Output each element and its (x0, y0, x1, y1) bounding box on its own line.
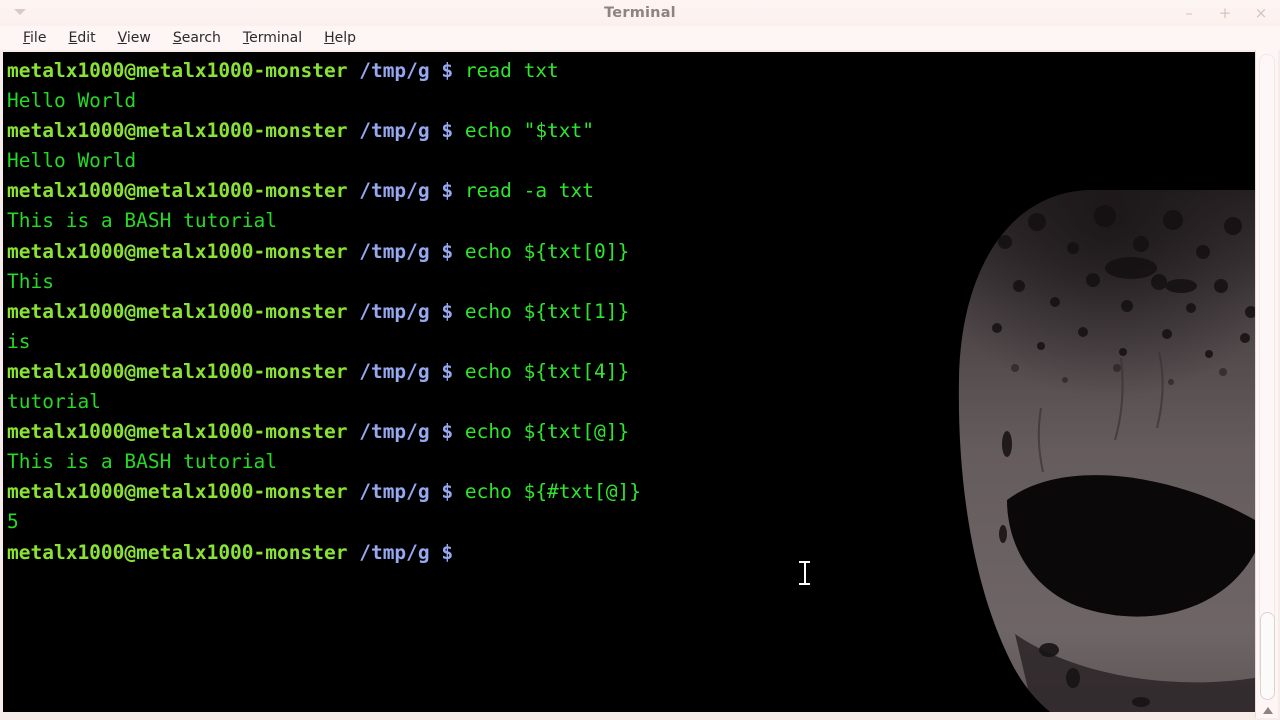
prompt-path: /tmp/g (347, 359, 430, 383)
terminal-command: echo "$txt" (453, 119, 595, 143)
menu-item-label: elp (334, 30, 357, 46)
prompt-path: /tmp/g (347, 119, 430, 143)
terminal-screen[interactable]: metalx1000@metalx1000-monster /tmp/g $ r… (3, 52, 1255, 712)
menu-item-label: iew (126, 30, 151, 46)
prompt-path: /tmp/g (347, 420, 430, 444)
menu-item-mnemonic: V (117, 30, 127, 46)
minimize-button[interactable]: – (1182, 6, 1196, 21)
prompt-path: /tmp/g (347, 480, 430, 504)
terminal-command: echo ${#txt[@]} (453, 480, 641, 504)
menu-item-label: erminal (249, 30, 303, 46)
terminal-window: Terminal – + × File Edit View Search Termina… (0, 0, 1280, 720)
triangle-down-icon[interactable] (1263, 707, 1273, 714)
window-controls: – + × (1182, 0, 1268, 26)
terminal-prompt-line: metalx1000@metalx1000-monster /tmp/g $ e… (7, 116, 1247, 146)
terminal-output-line: Hello World (7, 146, 1247, 176)
terminal-output-line: 5 (7, 507, 1247, 537)
prompt-path: /tmp/g (347, 540, 430, 564)
terminal-prompt-line: metalx1000@metalx1000-monster /tmp/g $ e… (7, 477, 1247, 507)
prompt-symbol: $ (429, 239, 454, 263)
terminal-command: echo ${txt[@]} (453, 420, 630, 444)
terminal-output-value: 5 (7, 510, 19, 534)
menu-item-label: dit (77, 30, 96, 46)
terminal-output-line: tutorial (7, 387, 1247, 417)
menu-item-view[interactable]: View (107, 26, 162, 50)
terminal-prompt-line: metalx1000@metalx1000-monster /tmp/g $ r… (7, 176, 1247, 206)
prompt-user-host: metalx1000@metalx1000-monster (7, 420, 348, 444)
prompt-user-host: metalx1000@metalx1000-monster (7, 119, 348, 143)
terminal-frame: metalx1000@metalx1000-monster /tmp/g $ r… (0, 50, 1280, 720)
prompt-user-host: metalx1000@metalx1000-monster (7, 299, 348, 323)
prompt-path: /tmp/g (347, 179, 430, 203)
prompt-user-host: metalx1000@metalx1000-monster (7, 480, 348, 504)
prompt-symbol: $ (429, 480, 454, 504)
prompt-user-host: metalx1000@metalx1000-monster (7, 359, 348, 383)
prompt-user-host: metalx1000@metalx1000-monster (7, 239, 348, 263)
terminal-output-text: metalx1000@metalx1000-monster /tmp/g $ r… (7, 56, 1247, 568)
prompt-symbol: $ (429, 299, 454, 323)
menu-item-terminal[interactable]: Terminal (232, 26, 313, 50)
terminal-scrollbar[interactable] (1255, 50, 1278, 718)
menu-item-mnemonic: S (172, 30, 182, 46)
terminal-prompt-line: metalx1000@metalx1000-monster /tmp/g $ (7, 538, 1247, 568)
terminal-output-value: tutorial (7, 390, 101, 414)
prompt-user-host: metalx1000@metalx1000-monster (7, 540, 348, 564)
prompt-symbol: $ (429, 540, 454, 564)
menu-item-mnemonic: F (23, 30, 31, 46)
terminal-command: echo ${txt[4]} (453, 359, 630, 383)
menu-item-mnemonic: E (68, 30, 78, 46)
menu-item-label: earch (181, 30, 221, 46)
title-bar: Terminal – + × (0, 0, 1280, 26)
prompt-symbol: $ (429, 119, 454, 143)
terminal-command: read -a txt (453, 179, 595, 203)
terminal-output-line: is (7, 327, 1247, 357)
terminal-prompt-line: metalx1000@metalx1000-monster /tmp/g $ e… (7, 357, 1247, 387)
prompt-path: /tmp/g (347, 299, 430, 323)
menu-item-mnemonic: H (324, 30, 335, 46)
terminal-prompt-line: metalx1000@metalx1000-monster /tmp/g $ r… (7, 56, 1247, 86)
menu-item-edit[interactable]: Edit (57, 26, 106, 50)
terminal-output-value: This is a BASH tutorial (7, 209, 278, 233)
maximize-button[interactable]: + (1218, 6, 1232, 21)
terminal-command: echo ${txt[0]} (453, 239, 630, 263)
terminal-command: echo ${txt[1]} (453, 299, 630, 323)
terminal-command: read txt (453, 59, 559, 82)
menu-bar: File Edit View Search Terminal Help (0, 26, 1280, 50)
prompt-symbol: $ (429, 179, 454, 203)
terminal-prompt-line: metalx1000@metalx1000-monster /tmp/g $ e… (7, 417, 1247, 447)
terminal-output-line: Hello World (7, 86, 1247, 116)
menu-item-search[interactable]: Search (162, 26, 232, 50)
terminal-output-value: This is a BASH tutorial (7, 450, 278, 474)
terminal-output-value: This (7, 269, 54, 293)
terminal-prompt-line: metalx1000@metalx1000-monster /tmp/g $ e… (7, 297, 1247, 327)
menu-item-file[interactable]: File (12, 26, 57, 50)
prompt-user-host: metalx1000@metalx1000-monster (7, 59, 348, 82)
prompt-symbol: $ (429, 59, 454, 82)
window-title: Terminal (604, 5, 676, 21)
menu-item-label: ile (30, 30, 47, 46)
terminal-output-line: This is a BASH tutorial (7, 206, 1247, 236)
menu-item-help[interactable]: Help (313, 26, 367, 50)
terminal-output-line: This is a BASH tutorial (7, 447, 1247, 477)
scrollbar-thumb[interactable] (1260, 612, 1275, 700)
text-ibeam-cursor (799, 560, 810, 586)
prompt-user-host: metalx1000@metalx1000-monster (7, 179, 348, 203)
terminal-prompt-line: metalx1000@metalx1000-monster /tmp/g $ e… (7, 237, 1247, 267)
terminal-output-value: is (7, 329, 31, 353)
terminal-output-value: Hello World (7, 149, 137, 173)
prompt-symbol: $ (429, 359, 454, 383)
prompt-path: /tmp/g (347, 239, 430, 263)
terminal-output-line: This (7, 267, 1247, 297)
prompt-symbol: $ (429, 420, 454, 444)
prompt-path: /tmp/g (347, 59, 430, 82)
scrollbar-track[interactable] (1259, 54, 1275, 684)
close-button[interactable]: × (1254, 6, 1268, 21)
terminal-output-value: Hello World (7, 89, 137, 113)
